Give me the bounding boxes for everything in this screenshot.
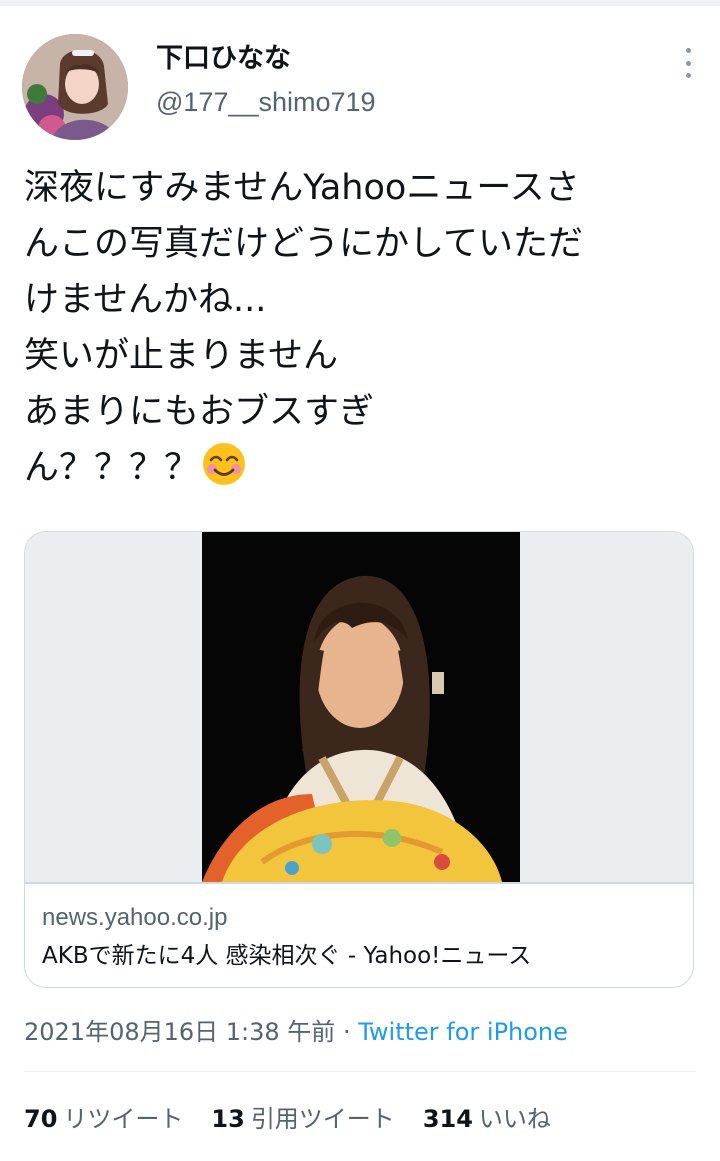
likes-label: いいね xyxy=(478,1105,551,1133)
more-dot xyxy=(685,48,691,53)
more-dot xyxy=(685,73,691,78)
link-card[interactable]: news.yahoo.co.jp AKBで新たに4人 感染相次ぐ - Yahoo… xyxy=(24,531,694,988)
user-handle[interactable]: @177__shimo719 xyxy=(156,86,376,118)
retweets-label: リツイート xyxy=(63,1105,184,1133)
card-title[interactable]: AKBで新たに4人 感染相次ぐ - Yahoo!ニュース xyxy=(42,940,531,972)
tweet-line: 深夜にすみませんYahooニュースさ xyxy=(24,168,580,208)
meta-divider xyxy=(24,1071,696,1072)
more-dot xyxy=(685,60,691,66)
retweets-count: 70 xyxy=(24,1105,58,1133)
quote-tweets-stat[interactable]: 13 引用ツイート xyxy=(211,1099,394,1139)
tweet-line: 笑いが止まりません xyxy=(24,336,338,376)
tweet-stats: 70 リツイート 13 引用ツイート 314 いいね xyxy=(24,1099,551,1139)
card-domain[interactable]: news.yahoo.co.jp xyxy=(42,904,227,932)
display-name[interactable]: 下口ひなな xyxy=(156,42,376,76)
user-info[interactable]: 下口ひなな @177__shimo719 xyxy=(156,42,376,118)
card-divider xyxy=(25,882,693,884)
avatar-photo xyxy=(22,34,128,140)
card-photo-image xyxy=(202,532,520,882)
tweet-meta: 2021年08月16日 1:38 午前 · Twitter for iPhone xyxy=(24,1012,568,1052)
smiling-face-emoji-icon xyxy=(203,443,246,485)
tweet-line: けませんかね... xyxy=(24,280,267,320)
retweets-stat[interactable]: 70 リツイート xyxy=(24,1099,183,1139)
quote-tweets-count: 13 xyxy=(211,1105,245,1133)
tweet-line: ん？？？？ xyxy=(24,448,200,488)
tweet-text: 深夜にすみませんYahooニュースさ んこの写真だけどうにかしていただ けません… xyxy=(24,160,700,496)
tweet-last-line: ん？？？？ xyxy=(24,440,700,496)
meta-separator: · xyxy=(335,1018,359,1046)
card-photo xyxy=(202,532,520,882)
avatar[interactable] xyxy=(22,34,128,140)
more-vertical-icon[interactable] xyxy=(678,46,698,80)
timestamp[interactable]: 2021年08月16日 1:38 午前 xyxy=(24,1018,335,1046)
tweet-line: あまりにもおブスすぎ xyxy=(24,392,375,432)
quote-tweets-label: 引用ツイート xyxy=(250,1105,395,1133)
source-link[interactable]: Twitter for iPhone xyxy=(358,1018,568,1046)
likes-count: 314 xyxy=(422,1105,473,1133)
tweet-line: んこの写真だけどうにかしていただ xyxy=(24,224,583,264)
top-divider xyxy=(0,0,720,6)
card-media[interactable] xyxy=(25,532,693,882)
likes-stat[interactable]: 314 いいね xyxy=(423,1099,551,1139)
tweet-header: 下口ひなな @177__shimo719 xyxy=(22,34,698,140)
